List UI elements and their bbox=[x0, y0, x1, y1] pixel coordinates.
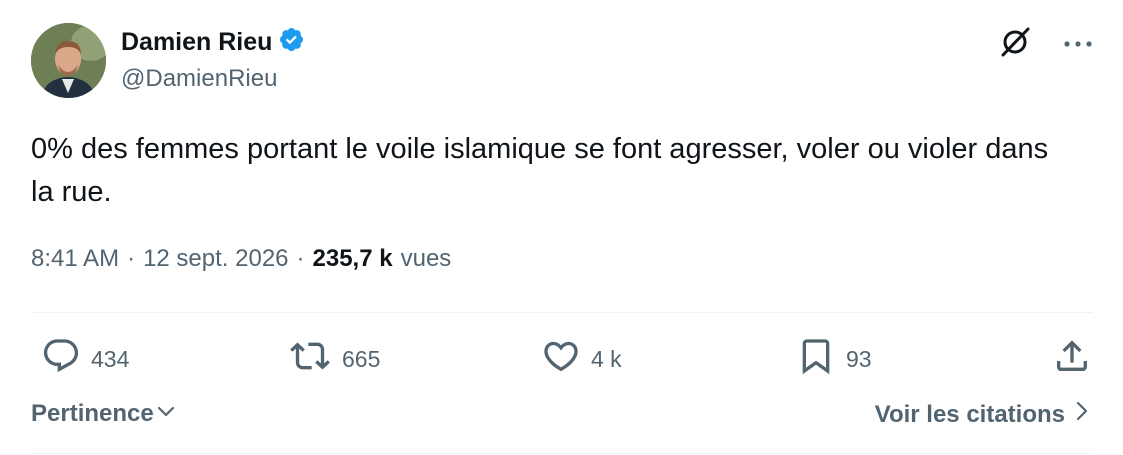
view-quotes-link[interactable]: Voir les citations bbox=[875, 400, 1089, 429]
divider bbox=[31, 312, 1092, 313]
author-handle[interactable]: @DamienRieu bbox=[121, 65, 277, 93]
heart-icon bbox=[541, 336, 581, 382]
chevron-right-icon bbox=[1075, 400, 1089, 429]
views-count: 235,7 k bbox=[312, 245, 393, 272]
views-label: vues bbox=[400, 245, 452, 272]
share-icon bbox=[1052, 336, 1092, 382]
author-name-row[interactable]: Damien Rieu bbox=[121, 26, 305, 58]
tweet-meta: 8:41 AM · 12 sept. 2026 · 235,7 k vues bbox=[31, 245, 451, 273]
tweet-date[interactable]: 12 sept. 2026 bbox=[143, 245, 288, 273]
verified-badge-icon bbox=[278, 26, 305, 58]
meta-separator: · bbox=[296, 245, 305, 272]
more-icon[interactable] bbox=[1063, 36, 1093, 54]
view-quotes-label: Voir les citations bbox=[874, 400, 1065, 428]
reply-icon bbox=[41, 336, 81, 382]
sort-label: Pertinence bbox=[31, 400, 154, 427]
chevron-down-icon bbox=[156, 400, 176, 428]
divider bbox=[31, 453, 1092, 454]
like-button[interactable]: 4 k bbox=[541, 336, 622, 382]
author-display-name[interactable]: Damien Rieu bbox=[121, 28, 272, 57]
meta-separator: · bbox=[127, 245, 136, 272]
reply-button[interactable]: 434 bbox=[41, 336, 129, 382]
bookmark-icon bbox=[796, 336, 836, 382]
grok-icon[interactable] bbox=[997, 24, 1033, 65]
sort-dropdown[interactable]: Pertinence bbox=[31, 400, 176, 428]
avatar[interactable] bbox=[31, 23, 106, 98]
retweet-count: 665 bbox=[342, 345, 381, 372]
tweet-top-actions bbox=[997, 24, 1093, 65]
tweet-action-bar: 434 665 4 k 93 bbox=[31, 336, 1092, 378]
like-count: 4 k bbox=[591, 345, 622, 372]
share-button[interactable] bbox=[1052, 336, 1092, 382]
bookmark-button[interactable]: 93 bbox=[796, 336, 872, 382]
reply-count: 434 bbox=[91, 345, 130, 372]
tweet-time[interactable]: 8:41 AM bbox=[31, 245, 119, 273]
retweet-icon bbox=[288, 336, 332, 382]
retweet-button[interactable]: 665 bbox=[288, 336, 380, 382]
avatar-photo bbox=[31, 23, 106, 98]
tweet-text: 0% des femmes portant le voile islamique… bbox=[31, 133, 1049, 208]
bookmark-count: 93 bbox=[846, 345, 872, 372]
